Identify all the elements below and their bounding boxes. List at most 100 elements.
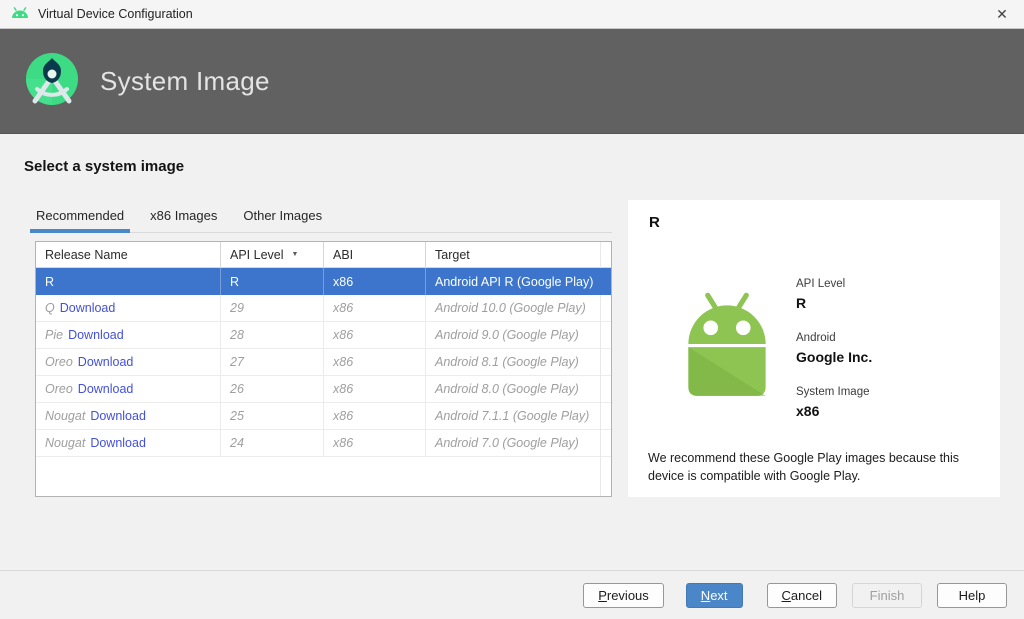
tab-recommended[interactable]: Recommended	[30, 202, 130, 232]
column-header-api-level[interactable]: API Level ▼	[221, 242, 324, 267]
release-name-cell: R	[36, 268, 221, 295]
footer: Previous Next Cancel Finish Help	[0, 570, 1024, 619]
cancel-button-mnemonic: C	[782, 588, 791, 603]
system-image-label: System Image	[796, 386, 872, 398]
release-name-cell: Q Download	[36, 295, 221, 321]
abi-cell: x86	[324, 322, 426, 348]
column-header-target[interactable]: Target	[426, 242, 611, 267]
cancel-button-label: ancel	[791, 588, 822, 603]
release-name-cell: Oreo Download	[36, 349, 221, 375]
next-button[interactable]: Next	[686, 583, 743, 608]
vendor-label: Android	[796, 332, 872, 344]
vendor-group: Android Google Inc.	[796, 332, 872, 365]
tab-other-images-label: Other Images	[243, 208, 322, 223]
download-link[interactable]: Download	[90, 409, 146, 423]
system-image-group: System Image x86	[796, 386, 872, 419]
column-header-release-name-label: Release Name	[45, 248, 128, 262]
tab-recommended-label: Recommended	[36, 208, 124, 223]
target-cell: Android 8.0 (Google Play)	[426, 376, 611, 402]
table-row-q[interactable]: Q Download 29 x86 Android 10.0 (Google P…	[36, 295, 611, 322]
image-tabs: Recommended x86 Images Other Images	[30, 202, 612, 233]
virtual-device-configuration-dialog: Virtual Device Configuration ✕ System Im…	[0, 0, 1024, 619]
detail-title: R	[649, 214, 660, 231]
target-cell: Android 8.1 (Google Play)	[426, 349, 611, 375]
titlebar: Virtual Device Configuration ✕	[0, 0, 1024, 29]
target-cell: Android 7.1.1 (Google Play)	[426, 403, 611, 429]
abi-cell: x86	[324, 403, 426, 429]
abi-cell: x86	[324, 295, 426, 321]
release-name: Oreo	[45, 382, 73, 396]
finish-button-label: Finish	[870, 588, 905, 603]
content-area: Select a system image Recommended x86 Im…	[0, 134, 1024, 570]
release-name-cell: Nougat Download	[36, 430, 221, 456]
column-header-abi-label: ABI	[333, 248, 353, 262]
api-level-cell: 26	[221, 376, 324, 402]
finish-button: Finish	[852, 583, 922, 608]
selected-image-detail-panel: R API Level R Android	[628, 200, 1000, 497]
download-link[interactable]: Download	[90, 436, 146, 450]
tab-other-images[interactable]: Other Images	[237, 202, 328, 232]
table-row-nougat-24[interactable]: Nougat Download 24 x86 Android 7.0 (Goog…	[36, 430, 611, 457]
release-name-cell: Oreo Download	[36, 376, 221, 402]
abi-cell: x86	[324, 376, 426, 402]
api-level-cell: 24	[221, 430, 324, 456]
api-level-value: R	[796, 295, 872, 311]
table-row-r[interactable]: R R x86 Android API R (Google Play)	[36, 268, 611, 295]
android-robot-icon	[666, 280, 788, 407]
download-link[interactable]: Download	[78, 382, 134, 396]
release-name-cell: Nougat Download	[36, 403, 221, 429]
release-name: R	[45, 275, 54, 289]
target-cell: Android 10.0 (Google Play)	[426, 295, 611, 321]
previous-button-mnemonic: P	[598, 588, 607, 603]
system-image-value: x86	[796, 403, 872, 419]
column-header-api-level-label: API Level	[230, 248, 284, 262]
download-link[interactable]: Download	[78, 355, 134, 369]
previous-button-label: revious	[607, 588, 649, 603]
help-button-label: Help	[959, 588, 986, 603]
cancel-button[interactable]: Cancel	[767, 583, 837, 608]
table-header-row: Release Name API Level ▼ ABI Target	[36, 242, 611, 268]
page-title: System Image	[100, 66, 270, 97]
api-level-cell: 25	[221, 403, 324, 429]
target-cell: Android 7.0 (Google Play)	[426, 430, 611, 456]
api-level-cell: 29	[221, 295, 324, 321]
recommendation-note: We recommend these Google Play images be…	[648, 449, 998, 485]
release-name: Oreo	[45, 355, 73, 369]
tab-x86-images[interactable]: x86 Images	[144, 202, 223, 232]
android-studio-logo-icon	[24, 51, 80, 112]
target-cell: Android 9.0 (Google Play)	[426, 322, 611, 348]
release-name: Q	[45, 301, 55, 315]
api-level-cell: 28	[221, 322, 324, 348]
target-cell: Android API R (Google Play)	[426, 268, 611, 295]
download-link[interactable]: Download	[68, 328, 124, 342]
wizard-header: System Image	[0, 29, 1024, 134]
column-header-release-name[interactable]: Release Name	[36, 242, 221, 267]
android-head-icon	[10, 6, 30, 24]
column-header-target-label: Target	[435, 248, 470, 262]
download-link[interactable]: Download	[60, 301, 116, 315]
api-level-cell: 27	[221, 349, 324, 375]
help-button[interactable]: Help	[937, 583, 1007, 608]
close-icon[interactable]: ✕	[980, 0, 1024, 28]
release-name-cell: Pie Download	[36, 322, 221, 348]
column-header-abi[interactable]: ABI	[324, 242, 426, 267]
system-image-table: Release Name API Level ▼ ABI Target R R …	[35, 241, 612, 497]
next-button-label: ext	[710, 588, 727, 603]
table-row-oreo-27[interactable]: Oreo Download 27 x86 Android 8.1 (Google…	[36, 349, 611, 376]
previous-button[interactable]: Previous	[583, 583, 664, 608]
tab-x86-images-label: x86 Images	[150, 208, 217, 223]
api-level-cell: R	[221, 268, 324, 295]
table-row-oreo-26[interactable]: Oreo Download 26 x86 Android 8.0 (Google…	[36, 376, 611, 403]
abi-cell: x86	[324, 349, 426, 375]
next-button-mnemonic: N	[701, 588, 710, 603]
api-level-group: API Level R	[796, 278, 872, 311]
table-row-nougat-25[interactable]: Nougat Download 25 x86 Android 7.1.1 (Go…	[36, 403, 611, 430]
api-level-label: API Level	[796, 278, 872, 290]
section-heading: Select a system image	[24, 158, 184, 175]
abi-cell: x86	[324, 430, 426, 456]
vendor-value: Google Inc.	[796, 349, 872, 365]
abi-cell: x86	[324, 268, 426, 295]
release-name: Pie	[45, 328, 63, 342]
table-row-pie[interactable]: Pie Download 28 x86 Android 9.0 (Google …	[36, 322, 611, 349]
detail-info: API Level R Android Google Inc. System I…	[796, 278, 872, 440]
